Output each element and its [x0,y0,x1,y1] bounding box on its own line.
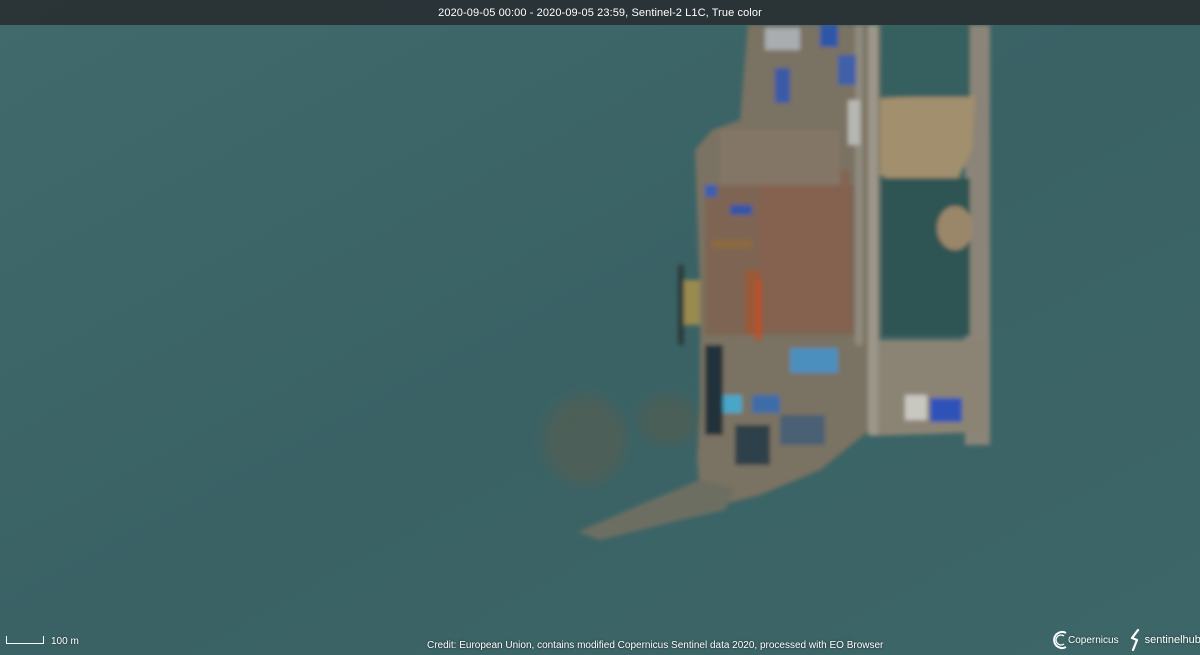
copernicus-label: Copernicus [1068,634,1119,646]
copernicus-logo[interactable]: Copernicus [1052,629,1119,651]
sediment-plume [543,395,627,485]
scale-label: 100 m [51,636,79,647]
sentinelhub-label: sentinelhub [1144,634,1200,646]
image-date-title: 2020-09-05 00:00 - 2020-09-05 23:59, Sen… [438,6,762,19]
sea-area [0,0,1200,655]
logo-group: Copernicus sentinelhub [1052,629,1200,651]
attribution-credit: Credit: European Union, contains modifie… [427,640,884,651]
sentinelhub-icon [1130,629,1139,651]
header-bar: 2020-09-05 00:00 - 2020-09-05 23:59, Sen… [0,0,1200,25]
scale-line [6,636,44,644]
sentinelhub-logo[interactable]: sentinelhub [1129,629,1200,651]
satellite-map[interactable] [0,0,1200,655]
sediment-plume-2 [638,394,698,446]
scale-bar: 100 m [6,636,79,647]
